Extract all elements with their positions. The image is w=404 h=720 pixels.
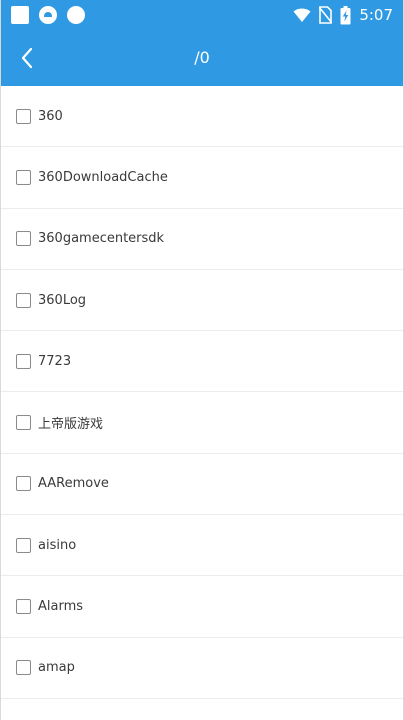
app-bar: /0 <box>1 30 403 86</box>
checkbox[interactable] <box>16 353 31 369</box>
screen: 5:07 /0 360 360DownloadCache 360gamecent… <box>0 0 404 720</box>
checkbox[interactable] <box>16 660 31 676</box>
checkbox[interactable] <box>16 415 31 431</box>
checkbox[interactable] <box>16 169 31 185</box>
circle-icon <box>67 6 85 24</box>
path-title: /0 <box>194 48 210 67</box>
notification-badge-icon <box>39 6 57 24</box>
battery-charging-icon <box>340 5 351 25</box>
checkbox[interactable] <box>16 292 31 308</box>
file-name: 360Log <box>38 292 87 308</box>
file-name: 7723 <box>38 353 72 369</box>
file-name: 上帝版游戏 <box>38 417 104 433</box>
list-item[interactable]: 360DownloadCache <box>1 147 403 209</box>
checkbox[interactable] <box>16 476 31 492</box>
status-bar: 5:07 <box>1 0 403 30</box>
list-item[interactable]: aisino <box>1 515 403 577</box>
list-item[interactable]: 360 <box>1 86 403 148</box>
file-name: Alarms <box>38 599 84 615</box>
status-time: 5:07 <box>359 6 393 24</box>
status-bar-left <box>11 6 85 24</box>
status-bar-right: 5:07 <box>293 4 393 26</box>
no-sim-icon <box>319 6 333 24</box>
checkbox[interactable] <box>16 108 31 124</box>
file-name: 360 <box>38 108 63 124</box>
file-name: 360DownloadCache <box>38 169 168 185</box>
file-name: aisino <box>38 537 77 553</box>
checkbox[interactable] <box>16 537 31 553</box>
checkbox[interactable] <box>16 599 31 615</box>
wifi-icon <box>293 7 311 23</box>
file-name: 360gamecentersdk <box>38 231 165 247</box>
list-item[interactable]: 360Log <box>1 270 403 332</box>
file-name: amap <box>38 660 75 676</box>
list-item[interactable]: 上帝版游戏 <box>1 392 403 454</box>
checkbox[interactable] <box>16 231 31 247</box>
list-item[interactable]: AARemove <box>1 454 403 516</box>
file-name: AARemove <box>38 476 109 492</box>
list-item[interactable]: 7723 <box>1 331 403 393</box>
list-item[interactable]: Alarms <box>1 576 403 638</box>
list-item[interactable]: 360gamecentersdk <box>1 209 403 270</box>
file-list: 360 360DownloadCache 360gamecentersdk 36… <box>1 86 403 699</box>
app-square-icon <box>11 6 29 24</box>
list-item[interactable]: amap <box>1 638 403 699</box>
